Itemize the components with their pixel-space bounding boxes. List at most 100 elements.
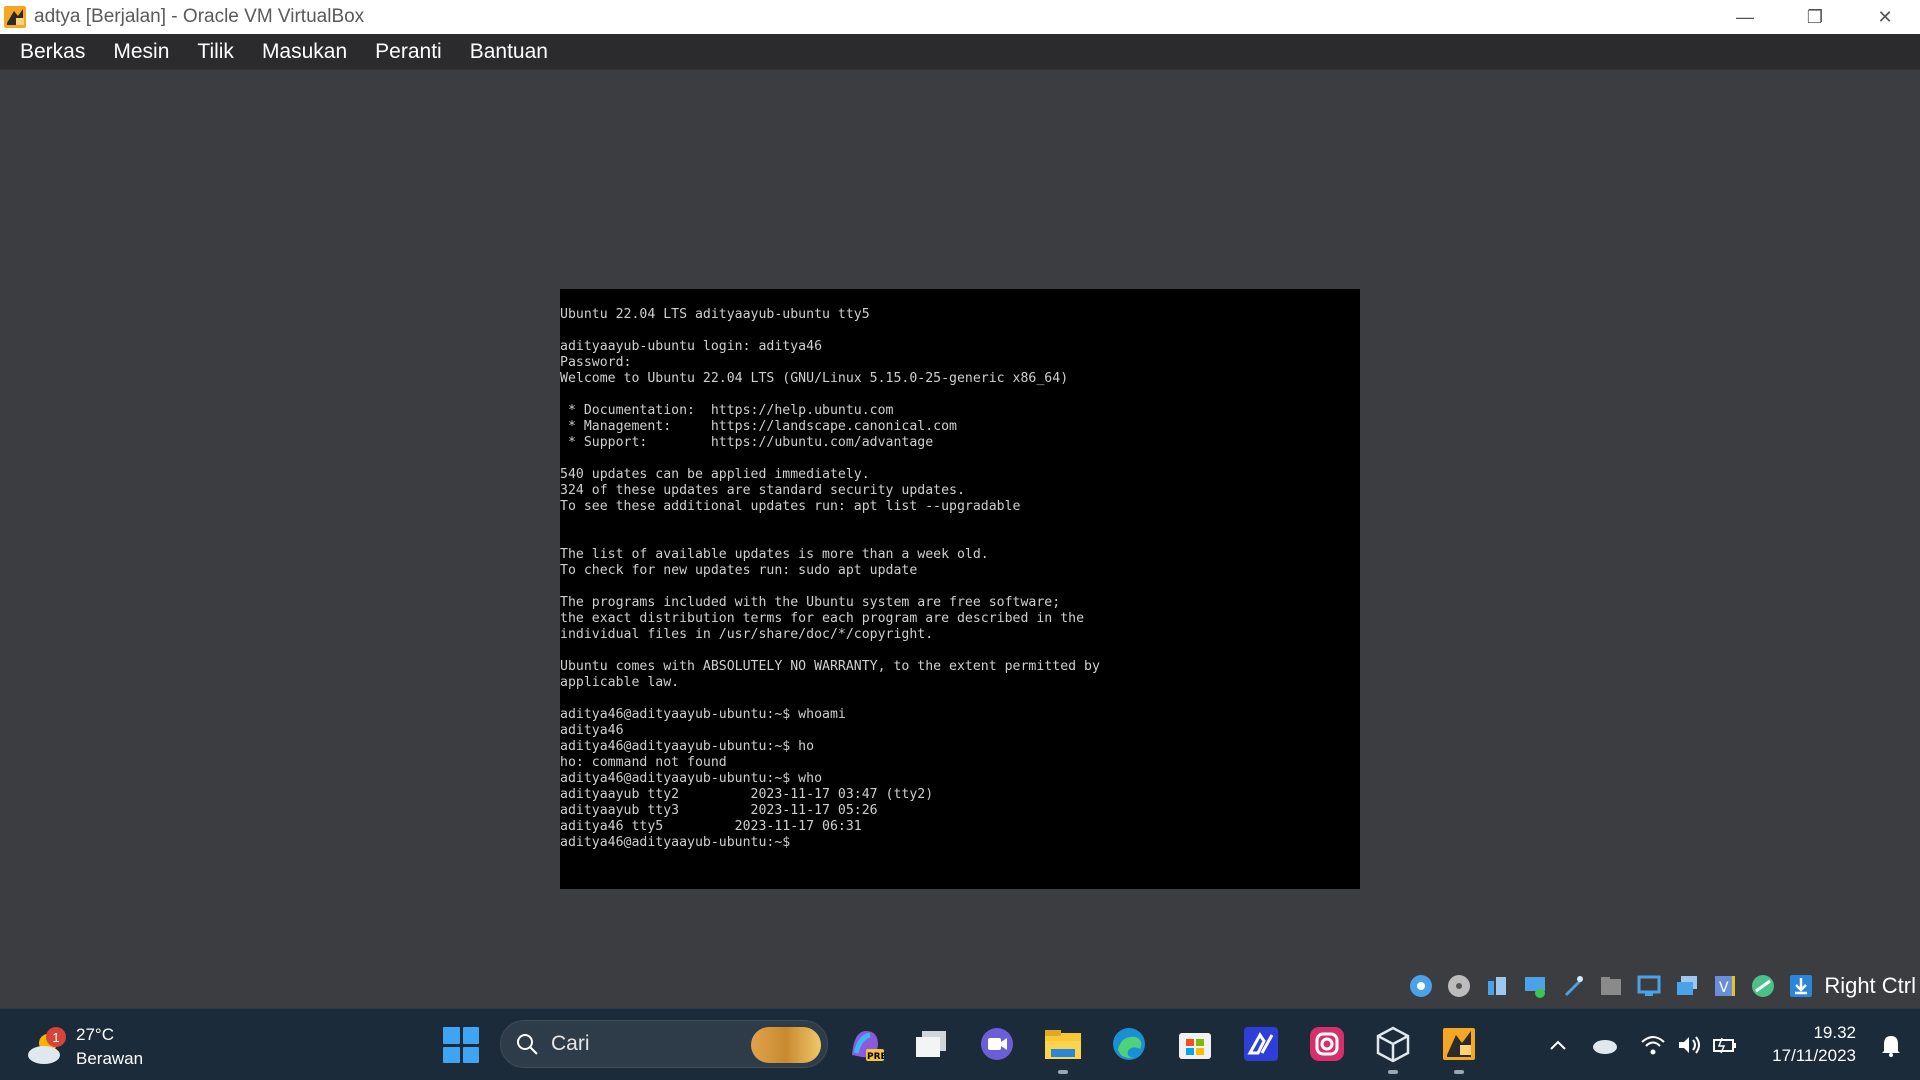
- instagram-icon[interactable]: [1306, 1023, 1348, 1065]
- terminal-line: Ubuntu comes with ABSOLUTELY NO WARRANTY…: [560, 659, 1100, 674]
- windows-taskbar: 1 27°C Berawan Cari PRE 19.32 17/11/2023: [0, 1008, 1920, 1080]
- video-capture-icon[interactable]: [1672, 971, 1702, 1001]
- clock-time: 19.32: [1813, 1023, 1856, 1042]
- minimize-button[interactable]: —: [1710, 0, 1780, 34]
- start-tile: [443, 1027, 460, 1044]
- menu-mesin[interactable]: Mesin: [113, 40, 169, 64]
- weather-temperature: 27°C: [76, 1025, 114, 1044]
- display-icon[interactable]: [1634, 971, 1664, 1001]
- store-icon[interactable]: [1174, 1023, 1216, 1065]
- hard-disk-icon[interactable]: [1406, 971, 1436, 1001]
- virtualbox-icon: [2, 4, 28, 30]
- optical-drive-icon[interactable]: [1444, 971, 1474, 1001]
- task-view-icon[interactable]: [910, 1023, 952, 1065]
- terminal-line: aditya46 tty5 2023-11-17 06:31: [560, 819, 862, 834]
- terminal-line: adityaayub tty2 2023-11-17 03:47 (tty2): [560, 787, 934, 802]
- cloud-sun-icon: 1: [26, 1027, 68, 1067]
- terminal-line: applicable law.: [560, 675, 680, 690]
- download-icon[interactable]: [1786, 971, 1816, 1001]
- restore-button[interactable]: ❐: [1780, 0, 1850, 34]
- clock-date: 17/11/2023: [1772, 1046, 1856, 1065]
- volume-icon[interactable]: [1674, 1029, 1704, 1061]
- window-titlebar: adtya [Berjalan] - Oracle VM VirtualBox …: [0, 0, 1920, 34]
- terminal-line: Welcome to Ubuntu 22.04 LTS (GNU/Linux 5…: [560, 371, 1069, 386]
- vm-console[interactable]: Ubuntu 22.04 LTS adityaayub-ubuntu tty5 a…: [560, 289, 1360, 889]
- recording-icon[interactable]: V: [1710, 971, 1740, 1001]
- svg-text:V: V: [1719, 980, 1729, 996]
- host-key-label: Right Ctrl: [1824, 973, 1916, 998]
- network-icon[interactable]: [1520, 971, 1550, 1001]
- edge-icon[interactable]: [1108, 1023, 1150, 1065]
- virtualbox-icon[interactable]: [1372, 1023, 1414, 1065]
- file-explorer-icon[interactable]: [1042, 1023, 1084, 1065]
- terminal-line: To see these additional updates run: apt…: [560, 499, 1021, 514]
- window-title: adtya [Berjalan] - Oracle VM VirtualBox: [34, 6, 365, 27]
- taskbar-search[interactable]: Cari: [500, 1020, 828, 1068]
- terminal-line: aditya46: [560, 723, 624, 738]
- copilot-icon[interactable]: PRE: [844, 1023, 886, 1065]
- terminal-line: aditya46@adityaayub-ubuntu:~$ whoami: [560, 707, 846, 722]
- terminal-line: The programs included with the Ubuntu sy…: [560, 595, 1061, 610]
- terminal-line: To check for new updates run: sudo apt u…: [560, 563, 918, 578]
- guest-additions-icon[interactable]: [1748, 971, 1778, 1001]
- copilot-pre-badge: PRE: [867, 1052, 884, 1062]
- terminal-line: Password:: [560, 355, 632, 370]
- search-icon: [517, 1034, 538, 1055]
- menu-berkas[interactable]: Berkas: [20, 40, 85, 64]
- terminal-line: 540 updates can be applied immediately.: [560, 467, 870, 482]
- terminal-line: the exact distribution terms for each pr…: [560, 611, 1085, 626]
- virtualbox-running-indicator: [1388, 1070, 1398, 1074]
- weather-badge: 1: [46, 1027, 66, 1047]
- terminal-line: * Management: https://landscape.canonica…: [560, 419, 957, 434]
- start-tile: [443, 1046, 460, 1063]
- wifi-icon[interactable]: [1638, 1029, 1668, 1061]
- onedrive-icon[interactable]: [1590, 1029, 1620, 1061]
- terminal-line: adityaayub-ubuntu login: aditya46: [560, 339, 823, 354]
- virtualbox-vm-icon[interactable]: [1438, 1023, 1480, 1065]
- close-button[interactable]: ✕: [1850, 0, 1920, 34]
- weather-description: Berawan: [76, 1049, 144, 1068]
- weather-widget[interactable]: 1 27°C Berawan: [26, 1023, 143, 1071]
- virtualbox-vm-running-indicator: [1454, 1070, 1464, 1074]
- start-button[interactable]: [443, 1027, 479, 1063]
- start-tile: [462, 1046, 479, 1063]
- system-clock[interactable]: 19.32 17/11/2023: [1772, 1021, 1856, 1067]
- terminal-line: aditya46@adityaayub-ubuntu:~$: [560, 835, 791, 850]
- menu-masukan[interactable]: Masukan: [262, 40, 347, 64]
- terminal-line: adityaayub tty3 2023-11-17 05:26: [560, 803, 878, 818]
- file-explorer-running-indicator: [1058, 1070, 1068, 1074]
- terminal-line: ho: command not found: [560, 755, 727, 770]
- notification-bell-icon[interactable]: [1876, 1029, 1906, 1061]
- usb-icon[interactable]: [1558, 971, 1588, 1001]
- battery-icon[interactable]: [1710, 1029, 1740, 1061]
- shared-folder-icon[interactable]: [1596, 971, 1626, 1001]
- terminal-line: * Support: https://ubuntu.com/advantage: [560, 435, 934, 450]
- terminal-line: The list of available updates is more th…: [560, 547, 989, 562]
- menu-tilik[interactable]: Tilik: [197, 40, 234, 64]
- search-placeholder: Cari: [551, 1032, 590, 1055]
- terminal-line: * Documentation: https://help.ubuntu.com: [560, 403, 894, 418]
- terminal-line: 324 of these updates are standard securi…: [560, 483, 965, 498]
- terminal-line: individual files in /usr/share/doc/*/cop…: [560, 627, 934, 642]
- teams-icon[interactable]: [976, 1023, 1018, 1065]
- menu-peranti[interactable]: Peranti: [375, 40, 442, 64]
- search-highlight-image: [751, 1027, 821, 1063]
- audio-icon[interactable]: [1482, 971, 1512, 1001]
- vm-status-icons: V: [1406, 971, 1816, 1001]
- menu-bantuan[interactable]: Bantuan: [470, 40, 548, 64]
- chevron-up-icon[interactable]: [1544, 1029, 1572, 1061]
- menu-bar: Berkas Mesin Tilik Masukan Peranti Bantu…: [0, 34, 1920, 70]
- vm-status-bar: V Right Ctrl: [0, 963, 1920, 1007]
- app-icon[interactable]: [1240, 1023, 1282, 1065]
- window-controls: — ❐ ✕: [1710, 0, 1920, 34]
- terminal-line: aditya46@adityaayub-ubuntu:~$ who: [560, 771, 823, 786]
- vm-display-area: Ubuntu 22.04 LTS adityaayub-ubuntu tty5 a…: [0, 71, 1920, 1006]
